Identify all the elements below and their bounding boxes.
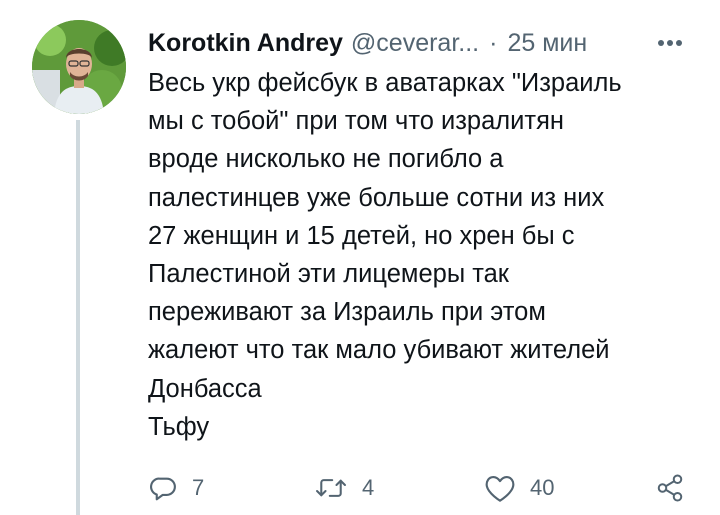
tweet-text-line: жалеют что так мало убивают жителей xyxy=(148,336,610,365)
tweet-text-line: Тьфу xyxy=(148,412,210,441)
heart-icon xyxy=(484,473,516,503)
share-icon xyxy=(654,473,686,503)
author-name[interactable]: Korotkin Andrey xyxy=(148,29,343,58)
like-count: 40 xyxy=(530,475,555,500)
tweet-time[interactable]: 25 мин xyxy=(507,29,587,58)
retweet-icon xyxy=(314,473,348,503)
reply-count: 7 xyxy=(192,475,205,500)
tweet: Korotkin Andrey @ceverar... · 25 мин Вес… xyxy=(0,0,720,515)
tweet-header: Korotkin Andrey @ceverar... · 25 мин xyxy=(148,26,690,60)
author-handle[interactable]: @ceverar... xyxy=(351,29,479,58)
tweet-text: Весь укр фейсбук в аватарках "Израиль мы… xyxy=(148,64,693,446)
tweet-text-line: Палестиной эти лицемеры так xyxy=(148,260,509,289)
avatar-image xyxy=(32,20,126,114)
retweet-count: 4 xyxy=(362,475,375,500)
tweet-text-line: Весь укр фейсбук в аватарках "Израиль xyxy=(148,69,622,97)
tweet-text-line: палестинцев уже больше сотни из них xyxy=(148,183,605,212)
reply-button[interactable]: 7 xyxy=(148,468,204,508)
more-dots-icon[interactable] xyxy=(650,28,690,58)
tweet-text-line: Донбасса xyxy=(148,374,262,403)
separator-dot: · xyxy=(489,28,498,57)
thread-line xyxy=(76,120,80,515)
retweet-button[interactable]: 4 xyxy=(314,468,374,508)
action-bar: 7 4 40 xyxy=(148,468,693,508)
reply-icon xyxy=(148,473,178,503)
tweet-text-line: переживают за Израиль при этом xyxy=(148,298,546,327)
like-button[interactable]: 40 xyxy=(484,468,554,508)
avatar[interactable] xyxy=(32,20,126,114)
share-button[interactable] xyxy=(654,468,686,508)
tweet-text-line: мы с тобой" при том что изралитян xyxy=(148,107,564,136)
tweet-text-line: 27 женщин и 15 детей, но хрен бы с xyxy=(148,221,575,250)
tweet-text-line: вроде нисколько не погибло а xyxy=(148,145,504,174)
